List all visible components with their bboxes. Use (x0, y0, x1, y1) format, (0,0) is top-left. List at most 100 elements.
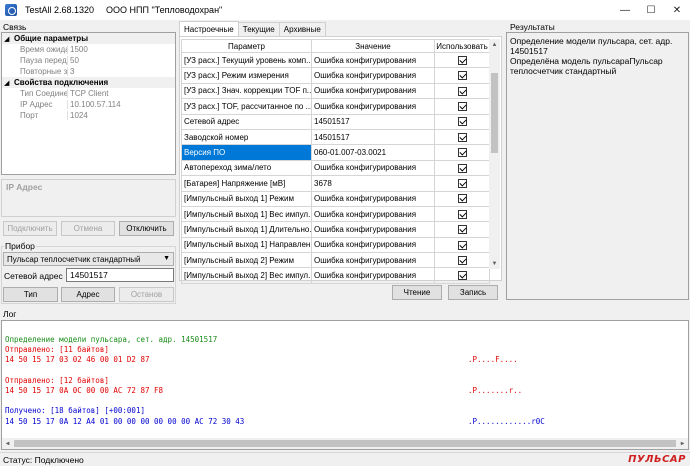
value-cell[interactable]: Ошибка конфигурирования (311, 252, 435, 269)
use-checkbox[interactable] (457, 148, 467, 158)
param-cell[interactable]: [Батарея] Напряжение [мВ] (181, 175, 312, 192)
value-cell[interactable]: Ошибка конфигурирования (311, 190, 435, 207)
scroll-thumb[interactable] (14, 440, 676, 447)
use-checkbox[interactable] (457, 271, 467, 281)
use-checkbox[interactable] (457, 163, 467, 173)
category-connection[interactable]: ◢ Свойства подключения (2, 77, 175, 88)
table-row[interactable]: Заводской номер 14501517 (181, 128, 490, 146)
param-cell[interactable]: [Импульсный выход 1] Направлен... (181, 236, 312, 254)
disconnect-button[interactable]: Отключить (119, 221, 174, 236)
use-cell[interactable] (434, 267, 490, 284)
use-checkbox[interactable] (457, 240, 467, 250)
scroll-down-icon[interactable]: ▼ (489, 258, 500, 269)
value-cell[interactable]: 14501517 (311, 113, 435, 130)
table-row[interactable]: [УЗ расх.] Режим измерения Ошибка конфигу… (181, 67, 490, 84)
value-cell[interactable]: Ошибка конфигурирования (311, 67, 435, 84)
connection-property-grid[interactable]: ◢Общие параметры Время ожидания1500 Пауз… (1, 32, 176, 175)
value-cell[interactable]: 3678 (311, 175, 435, 192)
prop-wait-time[interactable]: Время ожидания1500 (2, 44, 175, 55)
use-cell[interactable] (434, 51, 490, 69)
use-cell[interactable] (434, 252, 490, 269)
table-row[interactable]: Версия ПО 060-01.007-03.0021 (181, 144, 490, 161)
scroll-up-icon[interactable]: ▲ (489, 39, 500, 50)
column-header-param[interactable]: Параметр (181, 39, 312, 53)
use-checkbox[interactable] (457, 132, 467, 142)
log-textbox[interactable]: ◀ ▶ Определение модели пульсара, сет. ад… (1, 320, 689, 450)
use-checkbox[interactable] (457, 55, 467, 65)
prop-port[interactable]: Порт 1024 (2, 110, 175, 121)
log-horizontal-scrollbar[interactable]: ◀ ▶ (2, 438, 688, 449)
use-cell[interactable] (434, 98, 490, 115)
table-row[interactable]: [Импульсный выход 2] Режим Ошибка конфигу… (181, 252, 490, 269)
table-row[interactable]: Автопереход зима/лето Ошибка конфигуриров… (181, 159, 490, 177)
tab-settings[interactable]: Настроечные (179, 21, 239, 36)
grid-vertical-scrollbar[interactable]: ▲ ▼ (489, 39, 500, 269)
device-select[interactable]: Пульсар теплосчетчик стандартный ▼ (3, 252, 174, 266)
use-cell[interactable] (434, 67, 490, 84)
stop-button[interactable]: Останов (119, 287, 174, 302)
scroll-right-icon[interactable]: ▶ (677, 438, 688, 449)
settings-table[interactable]: Параметр Значение Использовать [УЗ расх.… (181, 39, 490, 284)
param-cell[interactable]: Версия ПО (181, 144, 312, 161)
use-checkbox[interactable] (457, 255, 467, 265)
table-row[interactable]: [Батарея] Напряжение [мВ] 3678 (181, 175, 490, 192)
value-cell[interactable]: Ошибка конфигурирования (311, 159, 435, 177)
results-textbox[interactable]: Определение модели пульсара, сет. адр. 1… (506, 32, 689, 300)
use-checkbox[interactable] (457, 117, 467, 127)
column-header-use[interactable]: Использовать (434, 39, 490, 53)
collapse-icon[interactable]: ◢ (4, 79, 14, 87)
scroll-thumb[interactable] (491, 73, 498, 153)
value-cell[interactable]: Ошибка конфигурирования (311, 82, 435, 100)
use-cell[interactable] (434, 175, 490, 192)
value-cell[interactable]: Ошибка конфигурирования (311, 205, 435, 223)
param-cell[interactable]: [Импульсный выход 1] Длительно... (181, 221, 312, 238)
use-cell[interactable] (434, 159, 490, 177)
tab-current[interactable]: Текущие (237, 22, 280, 36)
value-cell[interactable]: 14501517 (311, 128, 435, 146)
param-cell[interactable]: Автопереход зима/лето (181, 159, 312, 177)
param-cell[interactable]: [УЗ расх.] TOF, рассчитанное по ... (181, 98, 312, 115)
address-button[interactable]: Адрес (61, 287, 115, 302)
table-row[interactable]: [УЗ расх.] Знач. коррекции TOF п... Ошибк… (181, 82, 490, 100)
param-cell[interactable]: Сетевой адрес (181, 113, 312, 130)
use-checkbox[interactable] (457, 86, 467, 96)
value-cell[interactable]: Ошибка конфигурирования (311, 236, 435, 254)
network-address-input[interactable]: 14501517 (66, 268, 174, 282)
collapse-icon[interactable]: ◢ (4, 35, 14, 43)
table-row[interactable]: [Импульсный выход 1] Направлен... Ошибка … (181, 236, 490, 254)
maximize-icon[interactable]: ☐ (638, 0, 664, 20)
param-cell[interactable]: [Импульсный выход 2] Вес импул... (181, 267, 312, 284)
connect-button[interactable]: Подключить (3, 221, 57, 236)
use-checkbox[interactable] (457, 102, 467, 112)
use-cell[interactable] (434, 113, 490, 130)
prop-retries[interactable]: Повторные запро3 (2, 66, 175, 77)
use-cell[interactable] (434, 190, 490, 207)
param-cell[interactable]: [Импульсный выход 1] Вес импул... (181, 205, 312, 223)
use-cell[interactable] (434, 144, 490, 161)
use-cell[interactable] (434, 205, 490, 223)
table-row[interactable]: [Импульсный выход 1] Режим Ошибка конфигу… (181, 190, 490, 207)
table-row[interactable]: [Импульсный выход 1] Вес импул... Ошибка … (181, 205, 490, 223)
table-row[interactable]: [УЗ расх.] Текущий уровень комп... Ошибка… (181, 51, 490, 69)
value-cell[interactable]: 060-01.007-03.0021 (311, 144, 435, 161)
param-cell[interactable]: [Импульсный выход 1] Режим (181, 190, 312, 207)
value-cell[interactable]: Ошибка конфигурирования (311, 51, 435, 69)
value-cell[interactable]: Ошибка конфигурирования (311, 221, 435, 238)
category-general[interactable]: ◢ Общие параметры (2, 33, 175, 44)
value-cell[interactable]: Ошибка конфигурирования (311, 267, 435, 284)
param-cell[interactable]: Заводской номер (181, 128, 312, 146)
type-button[interactable]: Тип (3, 287, 58, 302)
param-cell[interactable]: [Импульсный выход 2] Режим (181, 252, 312, 269)
table-row[interactable]: [Импульсный выход 2] Вес импул... Ошибка … (181, 267, 490, 284)
param-cell[interactable]: [УЗ расх.] Знач. коррекции TOF п... (181, 82, 312, 100)
use-checkbox[interactable] (457, 209, 467, 219)
use-cell[interactable] (434, 82, 490, 100)
param-cell[interactable]: [УЗ расх.] Режим измерения (181, 67, 312, 84)
use-checkbox[interactable] (457, 194, 467, 204)
tab-archive[interactable]: Архивные (278, 22, 326, 36)
column-header-value[interactable]: Значение (311, 39, 435, 53)
value-cell[interactable]: Ошибка конфигурирования (311, 98, 435, 115)
use-cell[interactable] (434, 221, 490, 238)
scroll-left-icon[interactable]: ◀ (2, 438, 13, 449)
use-checkbox[interactable] (457, 225, 467, 235)
